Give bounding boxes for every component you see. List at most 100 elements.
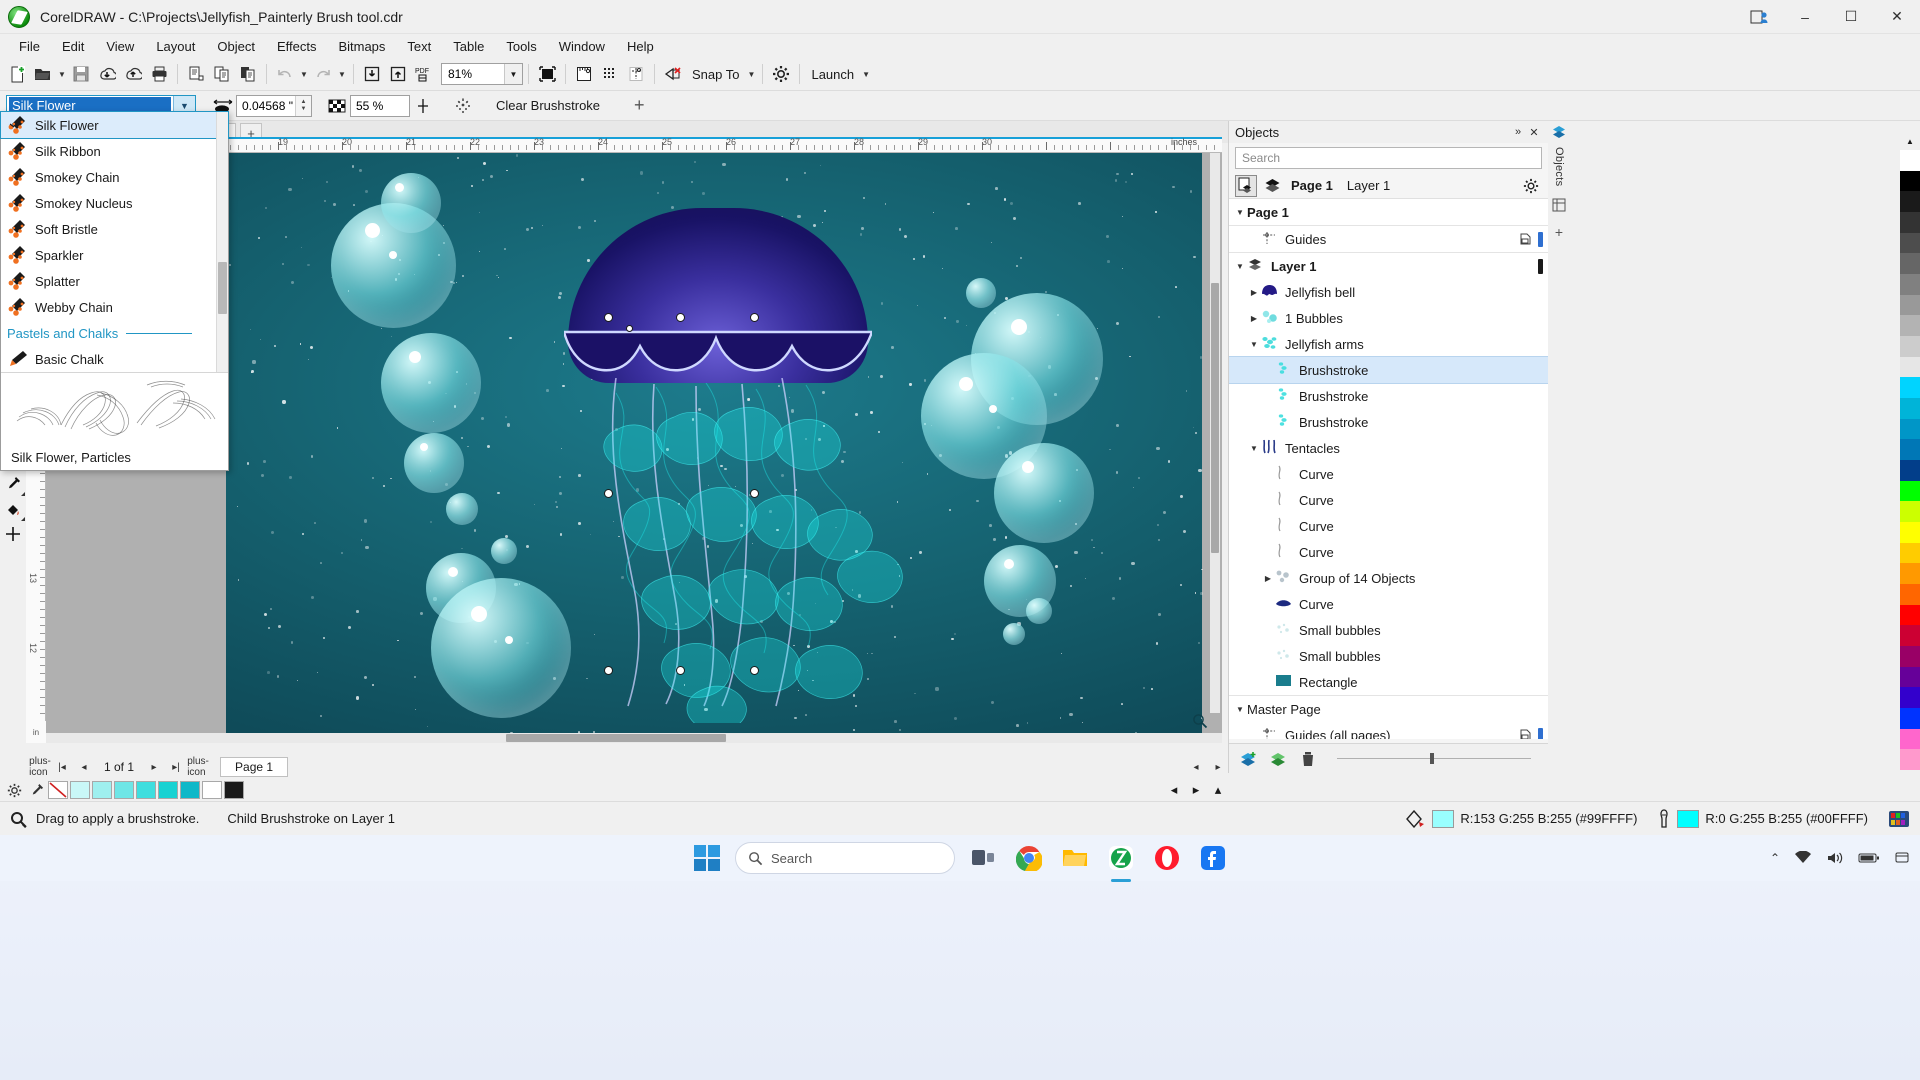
tree-row[interactable]: ▼ Layer 1 xyxy=(1229,253,1549,279)
gear-icon[interactable] xyxy=(768,61,794,87)
brush-width-input[interactable] xyxy=(237,95,295,116)
maximize-button[interactable]: ☐ xyxy=(1828,0,1874,34)
minimize-button[interactable]: – xyxy=(1782,0,1828,34)
chevron-right-icon[interactable]: ▶ xyxy=(1261,565,1275,591)
brush-preset-dropdown[interactable]: Silk Flower Silk Ribbon Smokey Chain Smo… xyxy=(0,111,229,471)
bubble[interactable] xyxy=(404,433,464,493)
append-page-button[interactable]: plus-icon xyxy=(187,756,209,778)
palette-color-swatch[interactable] xyxy=(1900,563,1920,585)
palette-scroll-left[interactable]: ◂ xyxy=(1164,780,1184,800)
selection-node[interactable] xyxy=(750,666,759,675)
color-eyedropper-tool-icon[interactable] xyxy=(1,472,25,496)
zoom-to-fit-icon[interactable] xyxy=(1192,713,1208,729)
add-brush-button[interactable]: + xyxy=(626,94,653,118)
close-icon[interactable]: ✕ xyxy=(1526,124,1542,140)
canvas-hscrollbar[interactable] xyxy=(46,733,1222,743)
selection-node[interactable] xyxy=(750,313,759,322)
objects-search-input[interactable]: Search xyxy=(1235,147,1542,169)
menu-tools[interactable]: Tools xyxy=(495,36,547,57)
transparency-input[interactable] xyxy=(351,95,409,116)
tree-row[interactable]: Small bubbles xyxy=(1229,643,1549,669)
palette-color-swatch[interactable] xyxy=(1900,191,1920,213)
redo-icon[interactable] xyxy=(310,61,336,87)
menu-edit[interactable]: Edit xyxy=(51,36,95,57)
menu-text[interactable]: Text xyxy=(396,36,442,57)
new-layer-icon[interactable] xyxy=(1237,748,1259,770)
tree-row[interactable]: Brushstroke xyxy=(1229,409,1549,435)
bubble[interactable] xyxy=(381,173,441,233)
palette-color-swatch[interactable] xyxy=(1900,398,1920,419)
opacity-slider[interactable] xyxy=(1337,753,1531,764)
page-tab[interactable]: Page 1 xyxy=(220,757,289,777)
scroll-tabs-right[interactable]: ▸ xyxy=(1208,757,1228,777)
gear-icon[interactable] xyxy=(1520,175,1542,197)
tree-row[interactable]: Guides xyxy=(1229,226,1549,252)
tree-row[interactable]: Curve xyxy=(1229,487,1549,513)
palette-color-swatch[interactable] xyxy=(1900,356,1920,378)
palette-swatch[interactable] xyxy=(180,781,200,799)
scrollbar-thumb[interactable] xyxy=(218,262,227,314)
chevron-up-icon[interactable]: ⌃ xyxy=(1770,851,1780,865)
snap-to-dropdown-icon[interactable]: ▼ xyxy=(745,61,757,87)
selection-node[interactable] xyxy=(676,666,685,675)
menu-object[interactable]: Object xyxy=(206,36,266,57)
menu-layout[interactable]: Layout xyxy=(145,36,206,57)
palette-color-swatch[interactable] xyxy=(1900,687,1920,709)
palette-color-swatch[interactable] xyxy=(1900,418,1920,440)
layers-view-icon[interactable] xyxy=(1261,175,1283,197)
coreldraw-icon[interactable] xyxy=(1103,840,1139,882)
tree-row[interactable]: Brushstroke xyxy=(1229,356,1549,384)
tree-row[interactable]: ▼ Master Page xyxy=(1229,696,1549,722)
brush-option-webby-chain[interactable]: Webby Chain xyxy=(1,294,228,320)
chevron-down-icon[interactable]: ▼ xyxy=(1247,331,1261,357)
chevron-down-icon[interactable]: ▼ xyxy=(504,64,522,84)
brush-width-stepper[interactable]: ▲ ▼ xyxy=(295,95,311,116)
objects-tree[interactable]: ▼ Page 1 Guides ▼ Layer 1 ▶ Jellyfish bell ▶ 1 B… xyxy=(1229,199,1549,739)
docker-tab-objects[interactable]: Objects xyxy=(1553,147,1565,186)
last-page-button[interactable]: ▸| xyxy=(166,757,186,777)
palette-color-swatch[interactable] xyxy=(1900,708,1920,729)
palette-color-swatch[interactable] xyxy=(1900,542,1920,564)
palette-color-swatch[interactable] xyxy=(1900,170,1920,192)
snap-to-label[interactable]: Snap To xyxy=(686,61,745,87)
snap-icon[interactable] xyxy=(660,61,686,87)
chevrons-right-icon[interactable]: » xyxy=(1510,124,1526,140)
clear-brushstroke-button[interactable]: Clear Brushstroke xyxy=(488,94,608,118)
no-color-swatch[interactable] xyxy=(48,781,68,799)
chevron-down-icon[interactable]: ▼ xyxy=(1233,253,1247,279)
palette-color-swatch[interactable] xyxy=(1900,584,1920,605)
palette-swatch[interactable] xyxy=(224,781,244,799)
eyedropper-icon[interactable] xyxy=(26,780,46,800)
outline-color-readout[interactable]: R:0 G:255 B:255 (#00FFFF) xyxy=(1657,808,1868,829)
print-icon[interactable] xyxy=(146,61,172,87)
palette-color-swatch[interactable] xyxy=(1900,212,1920,233)
palette-color-swatch[interactable] xyxy=(1900,315,1920,337)
tree-row[interactable]: ▶ Jellyfish bell xyxy=(1229,279,1549,305)
tree-row[interactable]: ▶ 1 Bubbles xyxy=(1229,305,1549,331)
menu-file[interactable]: File xyxy=(8,36,51,57)
chrome-icon[interactable] xyxy=(1011,840,1047,876)
palette-color-swatch[interactable] xyxy=(1900,336,1920,357)
selection-node[interactable] xyxy=(604,666,613,675)
brush-width-field[interactable]: ▲▼ xyxy=(236,94,312,117)
palette-color-swatch[interactable] xyxy=(1900,666,1920,688)
palette-scroll-right[interactable]: ▸ xyxy=(1186,780,1206,800)
brush-option-splatter[interactable]: Splatter xyxy=(1,268,228,294)
ruler-origin-corner[interactable]: in xyxy=(26,721,46,743)
chevron-down-icon[interactable]: ▼ xyxy=(1233,696,1247,722)
bubble[interactable] xyxy=(966,278,996,308)
print-visible-icon[interactable] xyxy=(1516,230,1534,248)
task-view-icon[interactable] xyxy=(965,840,1001,876)
palette-swatch[interactable] xyxy=(202,781,222,799)
tree-row[interactable]: Guides (all pages) xyxy=(1229,722,1549,739)
palette-color-swatch[interactable] xyxy=(1900,646,1920,667)
battery-icon[interactable] xyxy=(1858,852,1880,864)
brush-option-smokey-nucleus[interactable]: Smokey Nucleus xyxy=(1,190,228,216)
first-page-button[interactable]: |◂ xyxy=(52,757,72,777)
brush-group-header-pastels-and-chalks[interactable]: Pastels and Chalks ▲ xyxy=(1,320,228,346)
particle-spray-icon[interactable] xyxy=(450,93,476,119)
opera-icon[interactable] xyxy=(1149,840,1185,876)
print-visible-icon[interactable] xyxy=(1516,726,1534,739)
undo-dropdown-icon[interactable]: ▼ xyxy=(298,61,310,87)
save-icon[interactable] xyxy=(68,61,94,87)
